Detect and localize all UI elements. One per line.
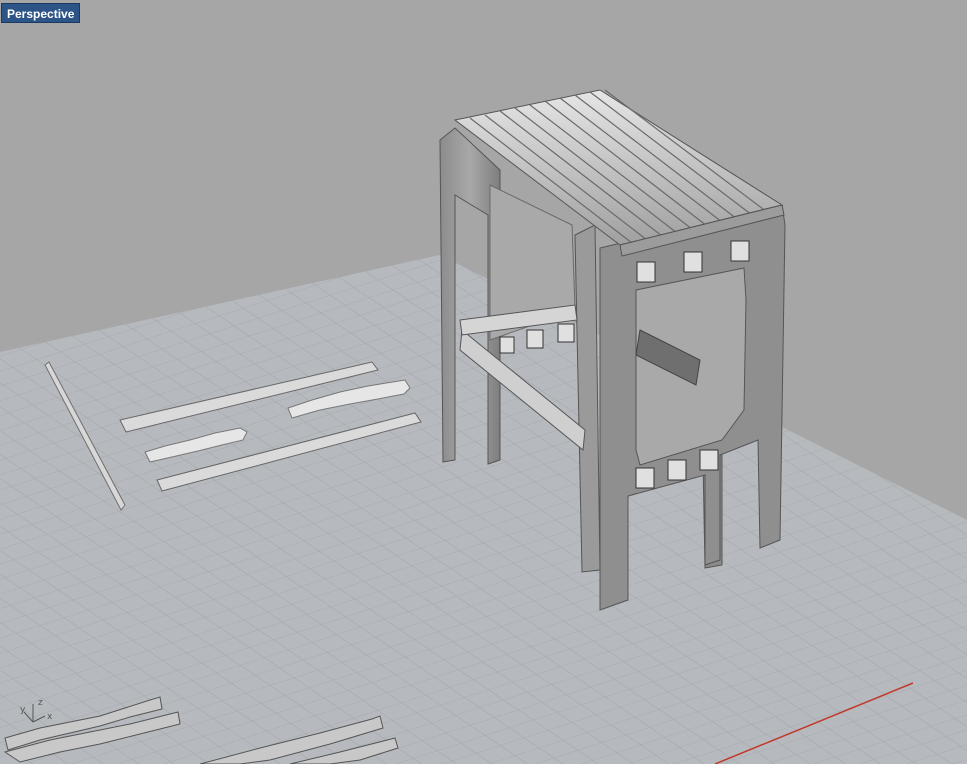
3d-scene[interactable]: z y x xyxy=(0,0,967,764)
axis-label-y: y xyxy=(20,705,26,715)
viewport-title-tab[interactable]: Perspective xyxy=(1,3,81,23)
axis-label-z: z xyxy=(38,698,43,708)
axis-label-x: x xyxy=(47,712,53,722)
perspective-viewport[interactable]: z y x Perspective xyxy=(0,0,967,764)
